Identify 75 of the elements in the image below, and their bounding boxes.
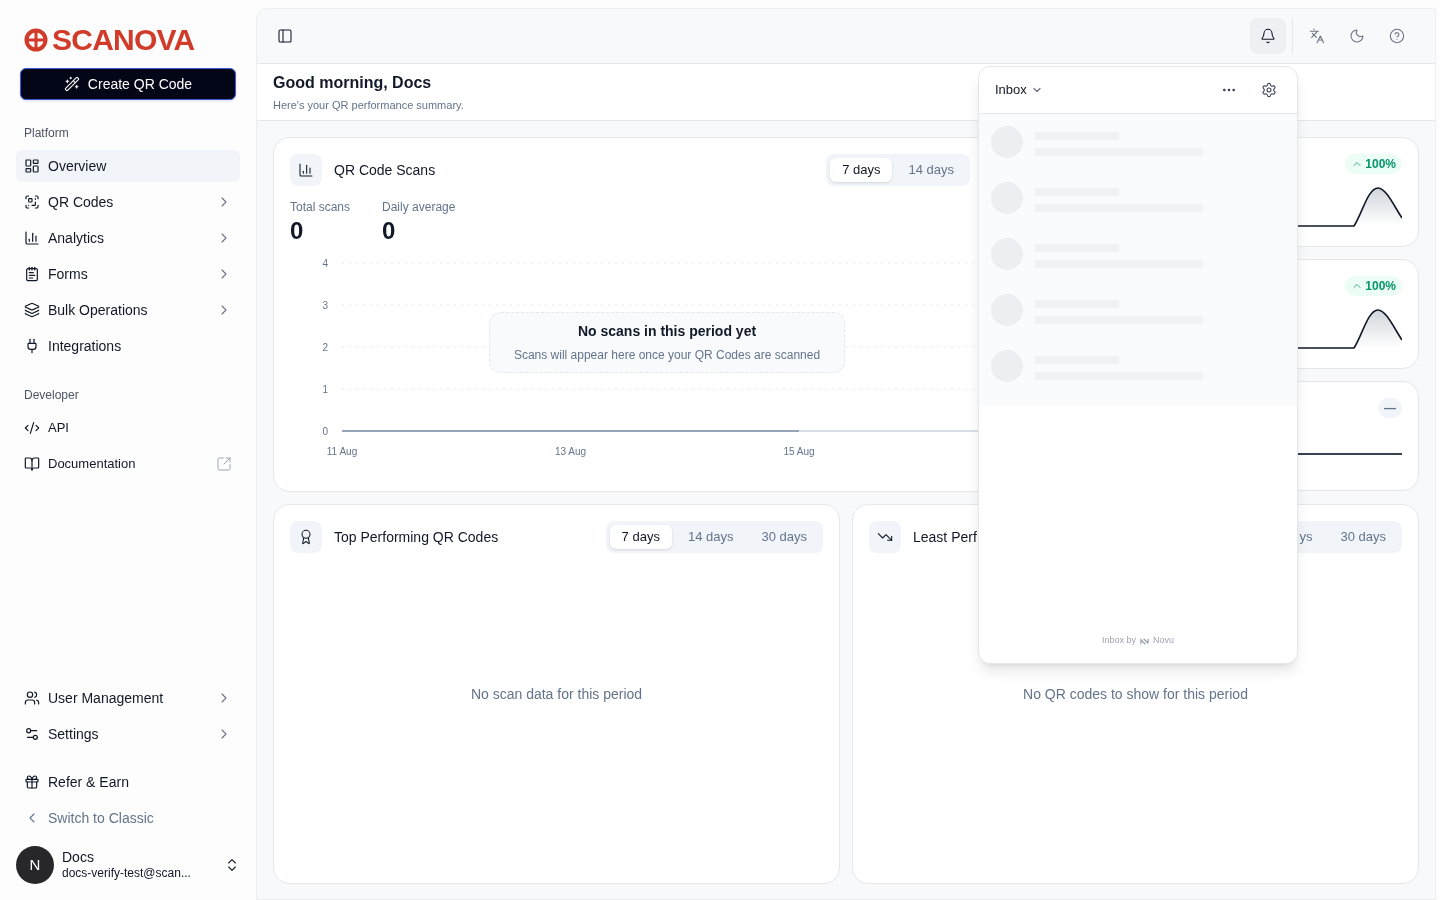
trend-badge: 100% bbox=[1345, 276, 1402, 296]
trend-badge: — bbox=[1378, 398, 1402, 418]
bar-chart-icon bbox=[298, 162, 314, 178]
sidebar-item[interactable]: Documentation bbox=[16, 448, 240, 480]
period-tab[interactable]: 7 days bbox=[830, 158, 893, 182]
users-icon bbox=[24, 690, 40, 706]
logo-icon bbox=[24, 28, 48, 52]
refer-earn-link[interactable]: Refer & Earn bbox=[16, 766, 240, 798]
card-title: Top Performing QR Codes bbox=[334, 527, 500, 547]
inbox-dropdown[interactable]: Inbox bbox=[995, 80, 1043, 100]
toolbar-button[interactable] bbox=[1250, 18, 1286, 54]
empty-message: No QR codes to show for this period bbox=[1023, 684, 1248, 704]
notifications-icon bbox=[1260, 28, 1276, 44]
sparkles-icon bbox=[63, 76, 80, 92]
sidebar-toggle-icon[interactable] bbox=[277, 28, 293, 44]
brand-name: SCANOVA bbox=[52, 25, 195, 55]
layers-icon bbox=[24, 302, 40, 318]
switch-classic-link[interactable]: Switch to Classic bbox=[16, 802, 240, 834]
sidebar-item[interactable]: QR Codes bbox=[16, 186, 240, 218]
greeting-title: Good morning, Docs bbox=[273, 72, 432, 93]
period-tab[interactable]: 14 days bbox=[675, 525, 746, 549]
period-tab[interactable]: ys bbox=[1287, 525, 1325, 549]
help-icon bbox=[1389, 28, 1405, 44]
translate-icon bbox=[1309, 28, 1325, 44]
stat-label: Daily average bbox=[382, 199, 456, 216]
stat-label: Total scans bbox=[290, 199, 351, 216]
bar-chart-icon bbox=[24, 230, 40, 246]
user-avatar: N bbox=[16, 846, 54, 884]
y-axis-label: 2 bbox=[322, 342, 328, 353]
create-qr-button[interactable]: Create QR Code bbox=[20, 68, 236, 100]
sidebar-item[interactable]: API bbox=[16, 412, 240, 444]
dashboard-icon bbox=[24, 158, 40, 174]
footer-text: Inbox by bbox=[1101, 634, 1136, 648]
y-axis-label: 4 bbox=[322, 258, 328, 269]
card-title: Least Perf bbox=[913, 527, 978, 547]
trend-badge: 100% bbox=[1345, 154, 1402, 174]
sidebar-item[interactable]: Analytics bbox=[16, 222, 240, 254]
period-tab[interactable]: 30 days bbox=[1328, 525, 1398, 549]
external-link-icon bbox=[216, 456, 232, 472]
period-tab[interactable]: 30 days bbox=[749, 525, 819, 549]
award-icon bbox=[298, 529, 314, 545]
section-heading: Developer bbox=[23, 387, 80, 404]
sidebar-item[interactable]: Settings bbox=[16, 718, 240, 750]
sidebar-item[interactable]: Overview bbox=[16, 150, 240, 182]
greeting-subtitle: Here's your QR performance summary. bbox=[273, 97, 464, 113]
book-icon bbox=[24, 456, 40, 472]
user-name: Docs bbox=[62, 848, 95, 867]
empty-title: No scans in this period yet bbox=[577, 322, 757, 341]
y-axis-label: 0 bbox=[322, 426, 328, 437]
code-icon bbox=[24, 420, 40, 436]
footer-brand: Novu bbox=[1153, 634, 1174, 648]
x-axis-label: 11 Aug bbox=[326, 446, 358, 457]
qr-code-icon bbox=[24, 194, 40, 210]
empty-message: No scan data for this period bbox=[470, 684, 643, 704]
empty-text: Scans will appear here once your QR Codes are scanned bbox=[513, 347, 821, 364]
sidebar-item[interactable]: Integrations bbox=[16, 330, 240, 362]
notepad-icon bbox=[24, 266, 40, 282]
gift-icon bbox=[24, 774, 40, 790]
card-title: QR Code Scans bbox=[334, 160, 437, 180]
x-axis-label: 13 Aug bbox=[554, 446, 587, 457]
y-axis-label: 1 bbox=[322, 384, 328, 395]
sidebar-item[interactable]: User Management bbox=[16, 682, 240, 714]
period-tab[interactable]: 14 days bbox=[896, 158, 966, 182]
stat-value: 0 bbox=[290, 216, 305, 246]
moon-icon bbox=[1349, 28, 1365, 44]
x-axis-label: 15 Aug bbox=[783, 446, 815, 457]
y-axis-label: 3 bbox=[322, 300, 328, 311]
user-email: docs-verify-test@scan... bbox=[62, 866, 192, 882]
period-tab[interactable]: 7 days bbox=[609, 525, 672, 549]
plug-icon bbox=[24, 338, 40, 354]
section-heading: Platform bbox=[23, 125, 70, 142]
sidebar-item[interactable]: Forms bbox=[16, 258, 240, 290]
stat-value: 0 bbox=[382, 216, 397, 246]
novu-logo-icon bbox=[1140, 636, 1149, 646]
sidebar-item[interactable]: Bulk Operations bbox=[16, 294, 240, 326]
